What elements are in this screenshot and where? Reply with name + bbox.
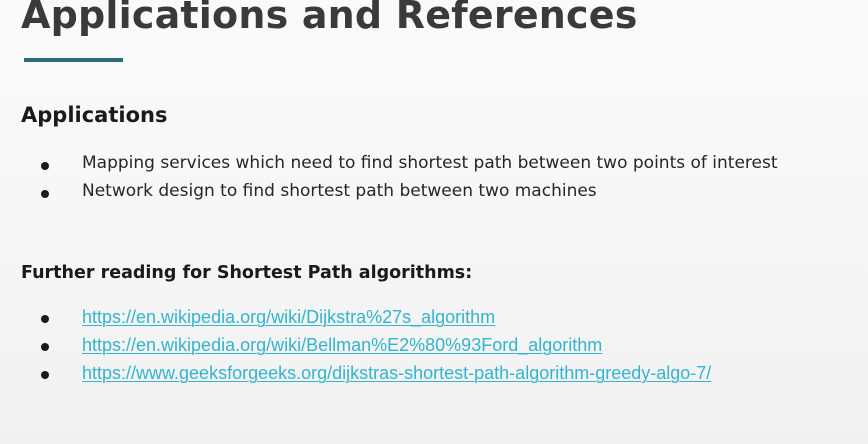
bullet-icon xyxy=(41,162,49,170)
reference-link-dijkstra[interactable]: https://en.wikipedia.org/wiki/Dijkstra%2… xyxy=(82,307,495,328)
applications-heading: Applications xyxy=(21,103,168,127)
bullet-icon xyxy=(41,371,49,379)
title-underline-accent xyxy=(24,58,123,62)
slide-title: Applications and References xyxy=(21,0,638,37)
application-item-text: Mapping services which need to find shor… xyxy=(82,153,778,173)
bullet-icon xyxy=(41,315,49,323)
presentation-slide: Applications and References Applications… xyxy=(0,0,868,444)
bullet-icon xyxy=(41,343,49,351)
reference-link-bellman-ford[interactable]: https://en.wikipedia.org/wiki/Bellman%E2… xyxy=(82,335,602,356)
application-item-text: Network design to find shortest path bet… xyxy=(82,181,597,201)
further-reading-heading: Further reading for Shortest Path algori… xyxy=(21,263,473,283)
reference-link-geeksforgeeks[interactable]: https://www.geeksforgeeks.org/dijkstras-… xyxy=(82,363,711,384)
bullet-icon xyxy=(41,190,49,198)
